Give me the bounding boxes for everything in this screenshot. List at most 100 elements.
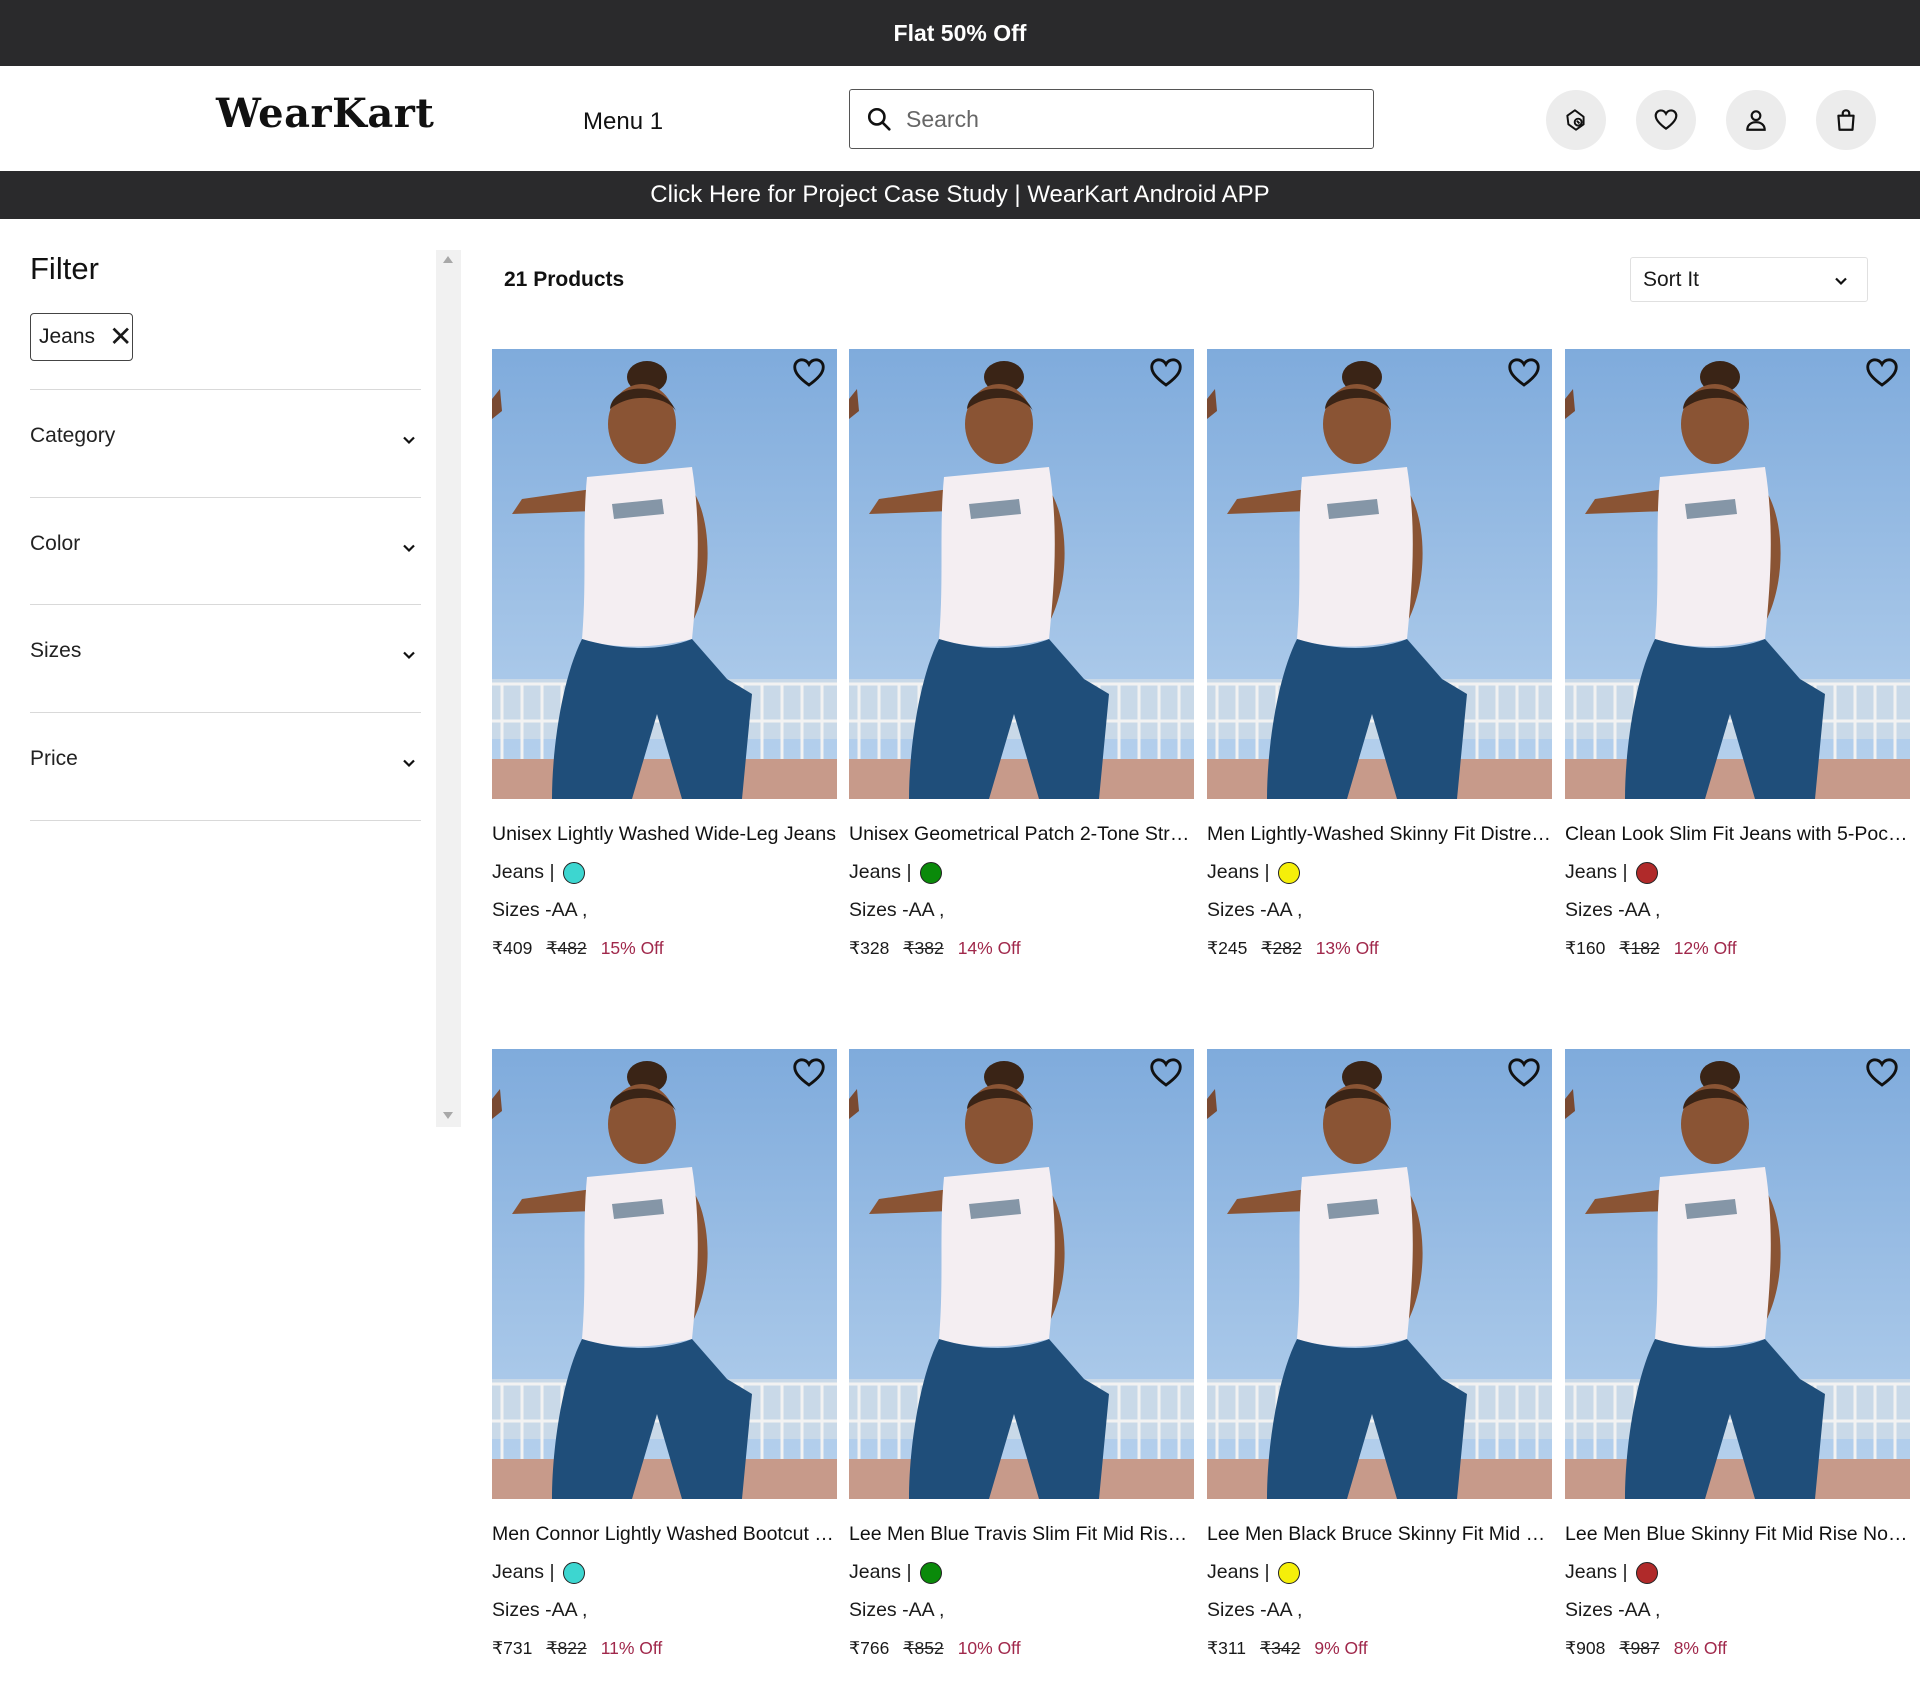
- product-card[interactable]: Lee Men Black Bruce Skinny Fit Mid Rise …: [1207, 1049, 1552, 1658]
- original-price: ₹482: [546, 938, 587, 958]
- product-name[interactable]: Men Connor Lightly Washed Bootcut Jeans: [492, 1523, 837, 1546]
- product-category-row: Jeans |: [1207, 861, 1300, 884]
- product-category-row: Jeans |: [1207, 1561, 1300, 1584]
- product-image[interactable]: [1207, 349, 1552, 799]
- product-category: Jeans |: [1207, 1561, 1270, 1583]
- product-image[interactable]: [492, 1049, 837, 1499]
- case-study-link[interactable]: Click Here for Project Case Study | Wear…: [650, 181, 1269, 209]
- scroll-up-arrow[interactable]: [443, 256, 453, 263]
- brand-logo[interactable]: WearKart: [216, 90, 434, 137]
- account-button[interactable]: [1726, 90, 1786, 150]
- product-prices: ₹160 ₹182 12% Off: [1565, 938, 1737, 959]
- heart-icon[interactable]: [1864, 355, 1900, 391]
- search-input[interactable]: [906, 105, 1346, 133]
- promo-text: Flat 50% Off: [893, 19, 1027, 46]
- product-card[interactable]: Unisex Geometrical Patch 2-Tone Straight…: [849, 349, 1194, 958]
- product-prices: ₹908 ₹987 8% Off: [1565, 1638, 1727, 1659]
- close-icon[interactable]: ✕: [109, 323, 132, 351]
- product-name[interactable]: Unisex Geometrical Patch 2-Tone Straight…: [849, 823, 1194, 846]
- product-name[interactable]: Clean Look Slim Fit Jeans with 5-Pocket …: [1565, 823, 1910, 846]
- product-image[interactable]: [1565, 1049, 1910, 1499]
- product-card[interactable]: Men Lightly-Washed Skinny Fit Distressed…: [1207, 349, 1552, 958]
- product-category-row: Jeans |: [1565, 861, 1658, 884]
- discount-label: 8% Off: [1673, 1638, 1727, 1658]
- heart-icon[interactable]: [1506, 1055, 1542, 1091]
- scroll-down-arrow[interactable]: [443, 1112, 453, 1119]
- case-study-banner[interactable]: Click Here for Project Case Study | Wear…: [0, 171, 1920, 219]
- product-image[interactable]: [1207, 1049, 1552, 1499]
- heart-icon[interactable]: [791, 1055, 827, 1091]
- menu-1-link[interactable]: Menu 1: [583, 108, 663, 136]
- filter-sidebar: Filter Jeans ✕ Category Color Sizes Pric…: [0, 219, 440, 1129]
- facet-label: Color: [30, 532, 81, 555]
- product-name[interactable]: Men Lightly-Washed Skinny Fit Distressed…: [1207, 823, 1552, 846]
- original-price: ₹342: [1260, 1638, 1301, 1658]
- sale-price: ₹311: [1207, 1638, 1247, 1658]
- product-category: Jeans |: [849, 861, 912, 883]
- site-header: WearKart Menu 1: [0, 66, 1920, 171]
- facet-color[interactable]: Color: [30, 497, 421, 605]
- product-name[interactable]: Lee Men Black Bruce Skinny Fit Mid Rise …: [1207, 1523, 1552, 1546]
- color-swatch: [919, 1561, 942, 1584]
- product-name[interactable]: Unisex Lightly Washed Wide-Leg Jeans: [492, 823, 837, 846]
- original-price: ₹987: [1619, 1638, 1660, 1658]
- offers-icon: [1566, 109, 1585, 131]
- product-card[interactable]: Lee Men Blue Travis Slim Fit Mid Rise Li…: [849, 1049, 1194, 1658]
- product-category: Jeans |: [492, 861, 555, 883]
- heart-icon[interactable]: [791, 355, 827, 391]
- search-box[interactable]: [849, 89, 1374, 149]
- product-sizes: Sizes -AA ,: [1207, 899, 1303, 921]
- product-sizes: Sizes -AA ,: [492, 1599, 588, 1621]
- product-image[interactable]: [492, 349, 837, 799]
- facet-label: Price: [30, 747, 78, 770]
- wishlist-button[interactable]: [1636, 90, 1696, 150]
- sale-price: ₹160: [1565, 938, 1606, 958]
- search-icon: [867, 107, 891, 131]
- product-image[interactable]: [849, 349, 1194, 799]
- discount-label: 14% Off: [957, 938, 1021, 958]
- product-category-row: Jeans |: [492, 861, 585, 884]
- facet-label: Category: [30, 424, 116, 447]
- facet-sizes[interactable]: Sizes: [30, 604, 421, 712]
- product-prices: ₹245 ₹282 13% Off: [1207, 938, 1379, 959]
- product-card[interactable]: Men Connor Lightly Washed Bootcut Jeans …: [492, 1049, 837, 1658]
- heart-icon[interactable]: [1864, 1055, 1900, 1091]
- product-card[interactable]: Clean Look Slim Fit Jeans with 5-Pocket …: [1565, 349, 1910, 958]
- product-category: Jeans |: [1565, 861, 1628, 883]
- product-sizes: Sizes -AA ,: [1565, 899, 1661, 921]
- product-card[interactable]: Unisex Lightly Washed Wide-Leg Jeans Jea…: [492, 349, 837, 958]
- sidebar-scrollbar[interactable]: [436, 250, 461, 1127]
- product-category-row: Jeans |: [849, 861, 942, 884]
- offers-button[interactable]: [1546, 90, 1606, 150]
- chip-label: Jeans: [39, 325, 96, 348]
- product-sizes: Sizes -AA ,: [849, 899, 945, 921]
- product-category: Jeans |: [1565, 1561, 1628, 1583]
- chevron-down-icon: [403, 436, 415, 445]
- product-sizes: Sizes -AA ,: [492, 899, 588, 921]
- cart-button[interactable]: [1816, 90, 1876, 150]
- sort-label: Sort It: [1643, 267, 1700, 291]
- color-swatch: [562, 1561, 585, 1584]
- product-name[interactable]: Lee Men Blue Travis Slim Fit Mid Rise Li…: [849, 1523, 1194, 1546]
- discount-label: 10% Off: [957, 1638, 1021, 1658]
- facet-category[interactable]: Category: [30, 389, 421, 497]
- bag-icon: [1837, 109, 1855, 131]
- product-prices: ₹409 ₹482 15% Off: [492, 938, 664, 959]
- active-filter-chip[interactable]: Jeans ✕: [30, 313, 133, 361]
- heart-icon: [1654, 109, 1678, 130]
- heart-icon[interactable]: [1506, 355, 1542, 391]
- sale-price: ₹245: [1207, 938, 1248, 958]
- heart-icon[interactable]: [1148, 355, 1184, 391]
- product-category: Jeans |: [1207, 861, 1270, 883]
- product-card[interactable]: Lee Men Blue Skinny Fit Mid Rise No Fade…: [1565, 1049, 1910, 1658]
- facet-divider: [30, 820, 421, 821]
- product-category: Jeans |: [492, 1561, 555, 1583]
- product-sizes: Sizes -AA ,: [1207, 1599, 1303, 1621]
- facet-price[interactable]: Price: [30, 712, 421, 820]
- heart-icon[interactable]: [1148, 1055, 1184, 1091]
- product-image[interactable]: [849, 1049, 1194, 1499]
- product-name[interactable]: Lee Men Blue Skinny Fit Mid Rise No Fade…: [1565, 1523, 1910, 1546]
- facet-label: Sizes: [30, 639, 82, 662]
- sort-dropdown[interactable]: Sort It: [1630, 257, 1868, 302]
- product-image[interactable]: [1565, 349, 1910, 799]
